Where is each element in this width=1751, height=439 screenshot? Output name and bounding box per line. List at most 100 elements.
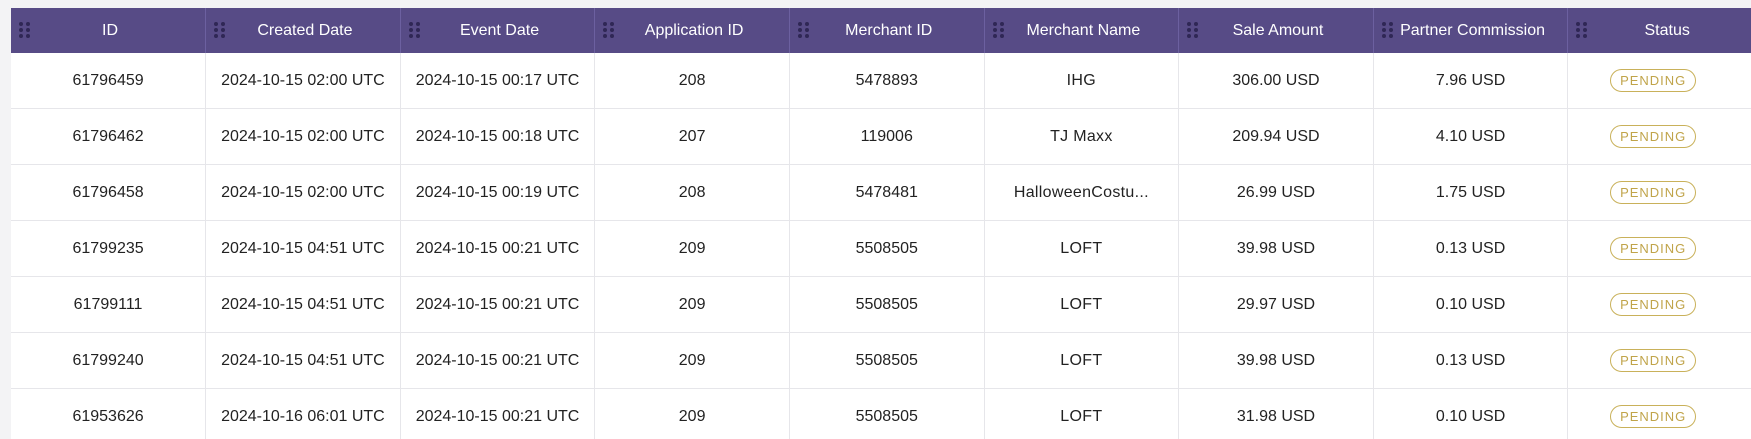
cell-merchant-name: LOFT [984, 220, 1180, 277]
column-header-label: Application ID [644, 22, 744, 39]
cell-created-date: 2024-10-15 02:00 UTC [205, 53, 401, 109]
cell-merchant-id: 5478481 [789, 164, 985, 221]
column-header-created-date[interactable]: Created Date [205, 8, 401, 53]
cell-application-id: 209 [594, 332, 790, 389]
cell-merchant-name: IHG [984, 53, 1180, 109]
column-header-merchant-name[interactable]: Merchant Name [984, 8, 1180, 53]
status-badge: PENDING [1610, 69, 1697, 92]
cell-partner-commission: 7.96 USD [1373, 53, 1569, 109]
cell-id: 61796462 [11, 108, 207, 165]
cell-application-id: 208 [594, 164, 790, 221]
cell-id: 61796459 [11, 53, 207, 109]
table-row[interactable]: 61796458 2024-10-15 02:00 UTC 2024-10-15 0… [11, 164, 1751, 221]
column-header-id[interactable]: ID [11, 8, 207, 53]
transactions-table: ID Created Date Event Date Application ID Me… [11, 8, 1751, 439]
column-header-label: Sale Amount [1232, 22, 1324, 39]
cell-partner-commission: 0.10 USD [1373, 276, 1569, 333]
status-badge: PENDING [1610, 181, 1697, 204]
merchant-name-text: LOFT [1060, 407, 1103, 425]
drag-handle-icon[interactable] [214, 22, 226, 39]
table-row[interactable]: 61953626 2024-10-16 06:01 UTC 2024-10-15 0… [11, 388, 1751, 439]
drag-handle-icon[interactable] [19, 22, 30, 39]
table-row[interactable]: 61796459 2024-10-15 02:00 UTC 2024-10-15 0… [11, 53, 1751, 109]
column-header-sale-amount[interactable]: Sale Amount [1178, 8, 1374, 53]
cell-sale-amount: 26.99 USD [1178, 164, 1374, 221]
cell-merchant-id: 5508505 [789, 276, 985, 333]
drag-handle-icon[interactable] [1576, 22, 1588, 39]
drag-handle-icon[interactable] [1381, 22, 1393, 39]
cell-id: 61799240 [11, 332, 207, 389]
transactions-table-container: ID Created Date Event Date Application ID Me… [11, 8, 1751, 439]
cell-partner-commission: 4.10 USD [1373, 108, 1569, 165]
table-header: ID Created Date Event Date Application ID Me… [11, 8, 1751, 53]
column-header-status[interactable]: Status [1567, 8, 1751, 53]
cell-event-date: 2024-10-15 00:17 UTC [400, 53, 596, 109]
cell-sale-amount: 29.97 USD [1178, 276, 1374, 333]
cell-id: 61796458 [11, 164, 207, 221]
cell-event-date: 2024-10-15 00:21 UTC [400, 220, 596, 277]
drag-handle-icon[interactable] [992, 22, 1004, 39]
cell-sale-amount: 31.98 USD [1178, 388, 1374, 439]
table-row[interactable]: 61799240 2024-10-15 04:51 UTC 2024-10-15 0… [11, 332, 1751, 389]
cell-sale-amount: 209.94 USD [1178, 108, 1374, 165]
cell-merchant-name: HalloweenCostu... [984, 164, 1180, 221]
cell-merchant-name: LOFT [984, 388, 1180, 439]
cell-status: PENDING [1567, 388, 1751, 439]
status-badge: PENDING [1610, 349, 1697, 372]
merchant-name-text: LOFT [1060, 295, 1103, 313]
cell-application-id: 209 [594, 276, 790, 333]
column-header-label: ID [102, 22, 119, 39]
merchant-name-text: LOFT [1060, 239, 1103, 257]
column-header-label: Created Date [257, 22, 353, 39]
cell-merchant-id: 5508505 [789, 220, 985, 277]
cell-application-id: 208 [594, 53, 790, 109]
table-row[interactable]: 61796462 2024-10-15 02:00 UTC 2024-10-15 0… [11, 108, 1751, 165]
column-header-merchant-id[interactable]: Merchant ID [789, 8, 985, 53]
cell-merchant-id: 5508505 [789, 388, 985, 439]
merchant-name-text: TJ Maxx [1050, 127, 1113, 145]
cell-merchant-id: 5508505 [789, 332, 985, 389]
drag-handle-icon[interactable] [797, 22, 809, 39]
cell-id: 61799235 [11, 220, 207, 277]
cell-partner-commission: 0.13 USD [1373, 332, 1569, 389]
column-header-label: Partner Commission [1400, 22, 1546, 39]
column-header-application-id[interactable]: Application ID [594, 8, 790, 53]
cell-event-date: 2024-10-15 00:18 UTC [400, 108, 596, 165]
status-badge: PENDING [1610, 237, 1697, 260]
column-header-label: Merchant Name [1026, 22, 1141, 39]
cell-sale-amount: 306.00 USD [1178, 53, 1374, 109]
cell-status: PENDING [1567, 220, 1751, 277]
cell-sale-amount: 39.98 USD [1178, 332, 1374, 389]
table-row[interactable]: 61799111 2024-10-15 04:51 UTC 2024-10-15 0… [11, 276, 1751, 333]
table-row[interactable]: 61799235 2024-10-15 04:51 UTC 2024-10-15 0… [11, 220, 1751, 277]
drag-handle-icon[interactable] [408, 22, 420, 39]
cell-merchant-name: LOFT [984, 276, 1180, 333]
cell-merchant-id: 5478893 [789, 53, 985, 109]
column-header-label: Merchant ID [845, 22, 933, 39]
cell-status: PENDING [1567, 108, 1751, 165]
status-badge: PENDING [1610, 125, 1697, 148]
cell-created-date: 2024-10-15 04:51 UTC [205, 276, 401, 333]
merchant-name-text: IHG [1066, 71, 1097, 89]
drag-handle-icon[interactable] [603, 22, 615, 39]
cell-status: PENDING [1567, 53, 1751, 109]
cell-created-date: 2024-10-15 04:51 UTC [205, 332, 401, 389]
column-header-event-date[interactable]: Event Date [400, 8, 596, 53]
drag-handle-icon[interactable] [1187, 22, 1199, 39]
cell-created-date: 2024-10-15 02:00 UTC [205, 108, 401, 165]
header-row: ID Created Date Event Date Application ID Me… [11, 8, 1751, 53]
cell-id: 61953626 [11, 388, 207, 439]
cell-id: 61799111 [11, 276, 207, 333]
merchant-name-text: LOFT [1060, 351, 1103, 369]
cell-created-date: 2024-10-15 04:51 UTC [205, 220, 401, 277]
cell-sale-amount: 39.98 USD [1178, 220, 1374, 277]
cell-partner-commission: 1.75 USD [1373, 164, 1569, 221]
cell-merchant-name: LOFT [984, 332, 1180, 389]
column-header-partner-commission[interactable]: Partner Commission [1373, 8, 1569, 53]
cell-merchant-id: 119006 [789, 108, 985, 165]
cell-status: PENDING [1567, 276, 1751, 333]
merchant-name-text: HalloweenCostu... [1013, 183, 1149, 201]
cell-application-id: 209 [594, 388, 790, 439]
cell-event-date: 2024-10-15 00:21 UTC [400, 388, 596, 439]
cell-created-date: 2024-10-16 06:01 UTC [205, 388, 401, 439]
